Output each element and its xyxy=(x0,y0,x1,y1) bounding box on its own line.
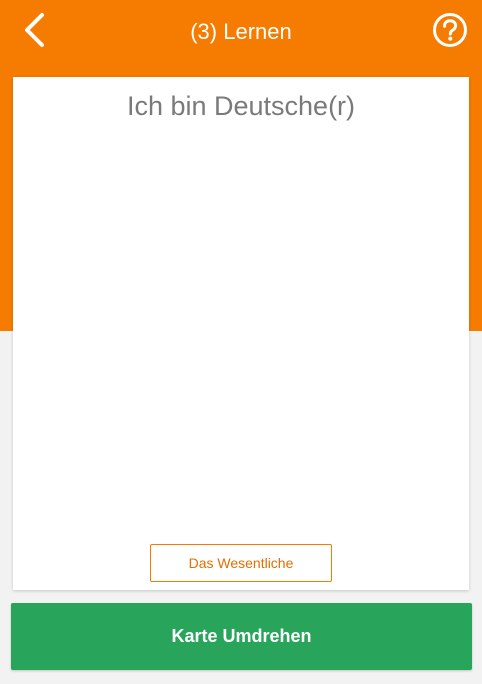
learn-screen: (3) Lernen Ich bin Deutsche(r) Das Wesen… xyxy=(0,0,482,684)
question-circle-icon xyxy=(432,12,468,53)
flip-card-button[interactable]: Karte Umdrehen xyxy=(11,603,472,670)
back-button[interactable] xyxy=(12,8,56,56)
chevron-left-icon xyxy=(22,12,46,53)
app-header: (3) Lernen xyxy=(0,0,482,64)
page-title: (3) Lernen xyxy=(190,19,292,44)
essential-button[interactable]: Das Wesentliche xyxy=(150,544,332,582)
flashcard: Ich bin Deutsche(r) Das Wesentliche xyxy=(13,77,469,590)
help-button[interactable] xyxy=(430,12,470,52)
card-text: Ich bin Deutsche(r) xyxy=(126,91,356,121)
